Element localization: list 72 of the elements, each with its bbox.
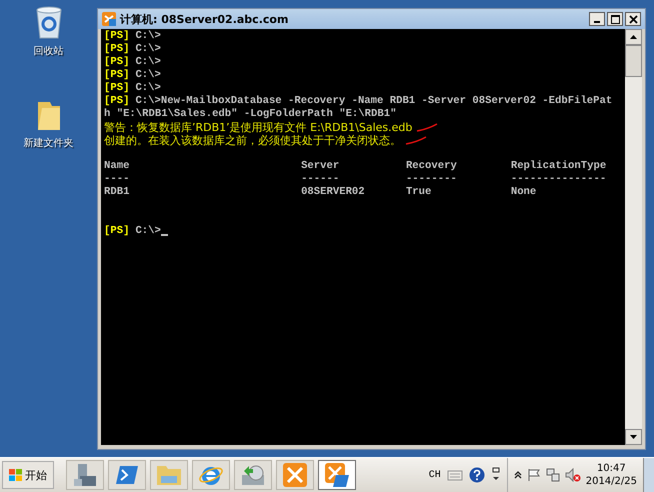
taskbar-button[interactable] xyxy=(66,460,104,490)
minimize-button[interactable] xyxy=(589,12,605,26)
close-icon xyxy=(628,14,638,24)
taskbar-button[interactable] xyxy=(276,460,314,490)
prompt-prefix: [PS] xyxy=(104,69,130,82)
exchange-shell-icon xyxy=(324,462,350,488)
taskbar-button[interactable] xyxy=(318,460,356,490)
column-divider: -------- xyxy=(406,173,457,185)
app-icon xyxy=(102,12,116,26)
column-divider: ------ xyxy=(301,173,340,185)
console-line: C:\> xyxy=(135,69,161,82)
close-button[interactable] xyxy=(625,12,641,26)
speaker-muted-icon[interactable] xyxy=(564,468,581,482)
column-header: Recovery xyxy=(406,160,457,172)
column-header: ReplicationType xyxy=(510,160,606,172)
start-button[interactable]: 开始 xyxy=(2,461,54,490)
exchange-icon xyxy=(282,462,308,488)
prompt-prefix: [PS] xyxy=(104,82,130,95)
prompt-prefix: [PS] xyxy=(104,30,130,43)
language-indicator[interactable]: CH xyxy=(428,470,441,481)
table-cell: RDB1 xyxy=(104,186,130,198)
clock-time[interactable]: 10:47 xyxy=(596,462,626,476)
taskbar-button[interactable] xyxy=(192,460,230,490)
prompt-prefix: [PS] xyxy=(104,95,130,108)
console-line: C:\>New-MailboxDatabase -Recovery -Name RDB1 -Server 08Server02 -EdbFilePat xyxy=(135,95,612,108)
server-toolbox-icon xyxy=(72,462,98,488)
column-header: Name xyxy=(104,160,130,172)
window-title: 计算机: 08Server02.abc.com xyxy=(120,12,288,26)
maximize-icon xyxy=(610,14,620,24)
scroll-down-button[interactable] xyxy=(625,429,642,445)
table-cell: 08SERVER02 xyxy=(301,186,365,198)
warning-line: 创建的。在装入该数据库之前，必须使其处于干净关闭状态。 xyxy=(104,134,401,147)
prompt-prefix: [PS] xyxy=(104,56,130,69)
folder-icon xyxy=(156,464,182,486)
windows-logo-icon xyxy=(9,469,22,482)
prompt-prefix: [PS] xyxy=(104,225,130,238)
desktop-icon-label[interactable]: 新建文件夹 xyxy=(24,136,74,150)
maximize-button[interactable] xyxy=(607,12,623,26)
down-arrow-icon xyxy=(630,435,637,439)
console-line: C:\> xyxy=(135,82,161,95)
annotation-mark xyxy=(405,136,427,145)
scroll-thumb[interactable] xyxy=(625,45,642,77)
scroll-up-button[interactable] xyxy=(625,29,642,45)
table-cell: None xyxy=(510,186,536,198)
warning-line: 警告：恢复数据库’RDB1’是使用现有文件 E:\RDB1\Sales.edb xyxy=(104,121,412,134)
recycle-bin-icon[interactable] xyxy=(34,6,62,40)
chevron-up-icon[interactable] xyxy=(514,471,522,480)
table-cell: True xyxy=(406,186,432,198)
prompt-prefix: [PS] xyxy=(104,43,130,56)
scrollbar[interactable] xyxy=(625,29,642,445)
up-arrow-icon xyxy=(630,35,637,39)
column-divider: --------------- xyxy=(510,173,606,185)
clock-date[interactable]: 2014/2/25 xyxy=(586,475,637,488)
console-line: C:\> xyxy=(135,56,161,69)
folder-icon[interactable] xyxy=(36,100,62,132)
annotation-mark xyxy=(416,123,438,132)
network-icon[interactable] xyxy=(546,468,560,482)
console-line: C:\> xyxy=(135,30,161,43)
powershell-icon xyxy=(115,465,139,486)
flag-icon[interactable] xyxy=(526,468,541,482)
desktop-icon-label[interactable]: 回收站 xyxy=(34,44,64,58)
taskbar-button[interactable] xyxy=(108,460,146,490)
text-cursor xyxy=(160,234,168,236)
column-divider: ---- xyxy=(104,173,130,185)
taskbar-button[interactable] xyxy=(234,460,272,490)
console-line: C:\> xyxy=(135,43,161,56)
column-header: Server xyxy=(301,160,340,172)
console-line: C:\> xyxy=(135,225,161,238)
console-line: h "E:\RDB1\Sales.edb" -LogFolderPath "E:\RDB1" xyxy=(104,108,396,121)
disc-drive-icon xyxy=(240,463,266,488)
help-icon[interactable] xyxy=(468,467,485,484)
show-desktop-button[interactable] xyxy=(643,458,654,492)
